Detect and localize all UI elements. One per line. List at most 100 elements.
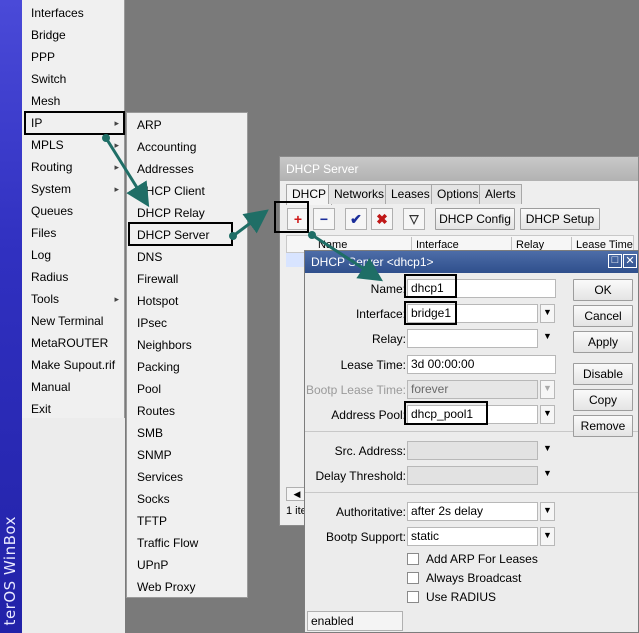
use-radius-checkbox[interactable] <box>407 591 419 603</box>
relay-dropdown-icon[interactable]: ▼ <box>540 329 555 348</box>
menu-item-files[interactable]: Files <box>22 222 125 244</box>
menu-item-label: Routing <box>31 160 73 174</box>
lease-time-field[interactable]: 3d 00:00:00 <box>407 355 556 374</box>
menu-item-label: Switch <box>31 72 67 86</box>
ip-highlight-box <box>24 111 125 135</box>
menu-item-ppp[interactable]: PPP <box>22 46 125 68</box>
dhcp-window-title[interactable]: DHCP Server <box>280 157 638 181</box>
bootp-support-dropdown-icon[interactable]: ▼ <box>540 527 555 546</box>
submenu-item-upnp[interactable]: UPnP <box>127 554 247 576</box>
submenu-item-services[interactable]: Services <box>127 466 247 488</box>
add-arp-label: Add ARP For Leases <box>426 552 538 566</box>
submenu-item-hotspot[interactable]: Hotspot <box>127 290 247 312</box>
dhcp-config-button[interactable]: DHCP Config <box>435 208 515 230</box>
ok-button[interactable]: OK <box>573 279 633 301</box>
menu-item-queues[interactable]: Queues <box>22 200 125 222</box>
bootp-lease-time-dropdown-icon: ▼ <box>540 380 555 399</box>
submenu-item-traffic-flow[interactable]: Traffic Flow <box>127 532 247 554</box>
dhcp-setup-button[interactable]: DHCP Setup <box>520 208 600 230</box>
menu-item-bridge[interactable]: Bridge <box>22 24 125 46</box>
menu-item-system[interactable]: System ▸ <box>22 178 125 200</box>
menu-item-interfaces[interactable]: Interfaces <box>22 2 125 24</box>
submenu-item-tftp[interactable]: TFTP <box>127 510 247 532</box>
submenu-item-routes[interactable]: Routes <box>127 400 247 422</box>
menu-item-label: Mesh <box>31 94 61 108</box>
src-address-label: Src. Address: <box>334 444 406 458</box>
menu-item-tools[interactable]: Tools ▸ <box>22 288 125 310</box>
submenu-item-smb[interactable]: SMB <box>127 422 247 444</box>
authoritative-label: Authoritative: <box>335 505 406 519</box>
src-address-dropdown-icon[interactable]: ▼ <box>540 441 555 460</box>
menu-item-label: PPP <box>31 50 56 64</box>
authoritative-select[interactable]: after 2s delay <box>407 502 538 521</box>
menu-item-label: Files <box>31 226 57 240</box>
name-highlight-box <box>404 274 457 298</box>
menu-item-make-supout-rif[interactable]: Make Supout.rif <box>22 354 125 376</box>
menu-item-new-terminal[interactable]: New Terminal <box>22 310 125 332</box>
submenu-item-dhcp-client[interactable]: DHCP Client <box>127 180 247 202</box>
menu-item-exit[interactable]: Exit <box>22 398 125 420</box>
cancel-button[interactable]: Cancel <box>573 305 633 327</box>
menu-item-routing[interactable]: Routing ▸ <box>22 156 125 178</box>
winbox-brand-label: terOS WinBox <box>1 515 19 625</box>
delay-threshold-dropdown-icon[interactable]: ▼ <box>540 466 555 485</box>
submenu-item-snmp[interactable]: SNMP <box>127 444 247 466</box>
copy-button[interactable]: Copy <box>573 389 633 411</box>
submenu-item-dhcp-relay[interactable]: DHCP Relay <box>127 202 247 224</box>
submenu-item-firewall[interactable]: Firewall <box>127 268 247 290</box>
bootp-lease-time-label: Bootp Lease Time: <box>305 383 406 397</box>
menu-item-mesh[interactable]: Mesh <box>22 90 125 112</box>
submenu-item-neighbors[interactable]: Neighbors <box>127 334 247 356</box>
tab-networks[interactable]: Networks <box>328 184 391 204</box>
bootp-support-select[interactable]: static <box>407 527 538 546</box>
tab-options[interactable]: Options <box>431 184 485 204</box>
relay-field[interactable] <box>407 329 538 348</box>
submenu-item-pool[interactable]: Pool <box>127 378 247 400</box>
menu-item-label: Manual <box>31 380 71 394</box>
disable-button[interactable]: Disable <box>573 363 633 385</box>
authoritative-dropdown-icon[interactable]: ▼ <box>540 502 555 521</box>
close-icon[interactable]: ✕ <box>623 254 637 268</box>
submenu-arrow-icon: ▸ <box>114 140 119 150</box>
maximize-icon[interactable]: □ <box>608 254 622 268</box>
interface-dropdown-icon[interactable]: ▼ <box>540 304 555 323</box>
menu-item-label: Log <box>31 248 52 262</box>
dialog-title[interactable]: DHCP Server <dhcp1> <box>305 251 638 273</box>
menu-item-log[interactable]: Log <box>22 244 125 266</box>
enable-check-icon[interactable]: ✔ <box>345 208 367 230</box>
table-row[interactable] <box>286 253 306 267</box>
menu-item-label: MPLS <box>31 138 64 152</box>
always-broadcast-checkbox[interactable] <box>407 572 419 584</box>
dhcp-server-dialog: DHCP Server <dhcp1> □ ✕ Name: Interface:… <box>304 250 639 633</box>
submenu-item-accounting[interactable]: Accounting <box>127 136 247 158</box>
submenu-item-web-proxy[interactable]: Web Proxy <box>127 576 247 598</box>
address-pool-dropdown-icon[interactable]: ▼ <box>540 405 555 424</box>
submenu-item-dns[interactable]: DNS <box>127 246 247 268</box>
always-broadcast-label: Always Broadcast <box>426 571 522 585</box>
apply-button[interactable]: Apply <box>573 331 633 353</box>
menu-item-label: Bridge <box>31 28 66 42</box>
remove-icon[interactable]: − <box>313 208 335 230</box>
remove-button[interactable]: Remove <box>573 415 633 437</box>
submenu-item-arp[interactable]: ARP <box>127 114 247 136</box>
menu-item-switch[interactable]: Switch <box>22 68 125 90</box>
submenu-item-packing[interactable]: Packing <box>127 356 247 378</box>
status-bar: enabled <box>307 611 403 631</box>
menu-item-radius[interactable]: Radius <box>22 266 125 288</box>
menu-item-metarouter[interactable]: MetaROUTER <box>22 332 125 354</box>
submenu-item-socks[interactable]: Socks <box>127 488 247 510</box>
filter-icon[interactable]: ▽ <box>403 208 425 230</box>
submenu-item-addresses[interactable]: Addresses <box>127 158 247 180</box>
src-address-field[interactable] <box>407 441 538 460</box>
submenu-item-ipsec[interactable]: IPsec <box>127 312 247 334</box>
main-menu-empty-area <box>22 418 125 633</box>
tab-leases[interactable]: Leases <box>385 184 436 204</box>
disable-x-icon[interactable]: ✖ <box>371 208 393 230</box>
add-arp-checkbox[interactable] <box>407 553 419 565</box>
menu-item-manual[interactable]: Manual <box>22 376 125 398</box>
use-radius-label: Use RADIUS <box>426 590 497 604</box>
delay-threshold-field[interactable] <box>407 466 538 485</box>
tab-alerts[interactable]: Alerts <box>479 184 522 204</box>
interface-label: Interface: <box>355 307 406 321</box>
menu-item-mpls[interactable]: MPLS ▸ <box>22 134 125 156</box>
